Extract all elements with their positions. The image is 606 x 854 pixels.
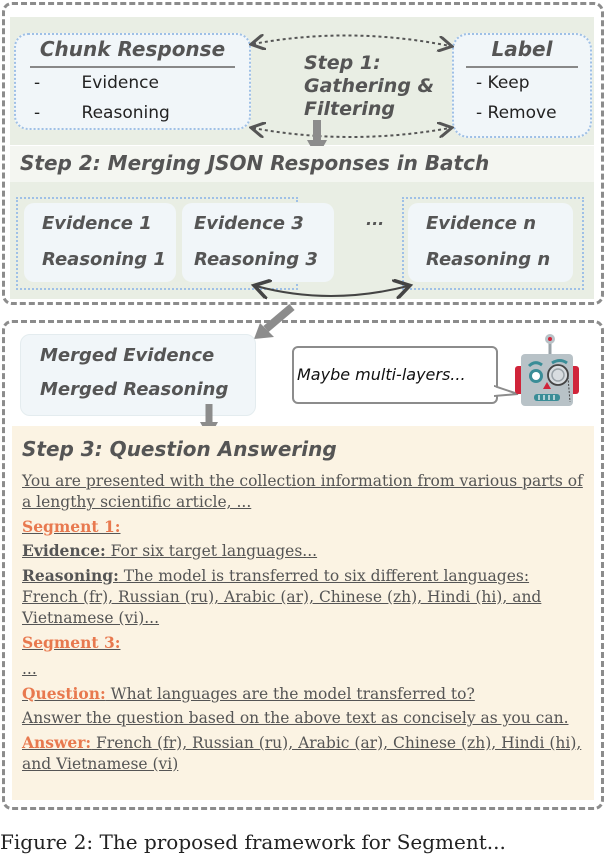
segment-ellipsis: ...	[22, 660, 37, 678]
step2-title: Step 2: Merging JSON Responses in Batch	[20, 151, 490, 175]
segment3-label: Segment 3:	[22, 633, 121, 652]
label-box: Label - Keep - Remove	[452, 33, 592, 138]
step1-connector-arrows	[240, 30, 470, 150]
question-line: Question: What languages are the model t…	[22, 684, 475, 703]
evidence-line: Evidence: For six target languages...	[22, 541, 318, 560]
chunk-response-title: Chunk Response	[39, 37, 226, 61]
speech-bubble: Maybe multi-layers...	[292, 346, 498, 404]
bottom-dotted-arrow	[253, 128, 450, 137]
chunk-response-box: Chunk Response - Evidence - Reasoning	[14, 33, 251, 130]
segment1-label: Segment 1:	[22, 517, 121, 536]
speech-text: Maybe multi-layers...	[297, 365, 466, 384]
reasoning-line: Reasoning: The model is transferred to s…	[22, 566, 542, 627]
chunk-item-reasoning: - Reasoning	[34, 103, 170, 123]
batch-ellipsis: ...	[366, 210, 385, 229]
step3-prompt: You are presented with the collection in…	[22, 471, 588, 775]
instruction-line: Answer the question based on the above t…	[22, 709, 569, 727]
diagonal-arrow-to-merged	[254, 303, 295, 339]
batch-card-n: Evidence n Reasoning n	[408, 203, 573, 282]
label-item-remove: - Remove	[476, 103, 557, 123]
step3-title: Step 3: Question Answering	[22, 437, 337, 461]
robot-icon	[515, 334, 579, 406]
label-title-divider	[466, 66, 578, 68]
label-title: Label	[491, 37, 553, 61]
merged-reasoning: Merged Reasoning	[40, 379, 229, 400]
merged-evidence: Merged Evidence	[40, 345, 215, 366]
prompt-intro: You are presented with the collection in…	[22, 472, 583, 511]
chunk-item-evidence: - Evidence	[34, 73, 159, 93]
label-item-keep: - Keep	[476, 73, 530, 93]
answer-line: Answer: French (fr), Russian (ru), Arabi…	[22, 733, 582, 773]
chunk-title-divider	[30, 66, 235, 68]
batch-card-3: Evidence 3 Reasoning 3	[182, 203, 334, 282]
top-dotted-arrow	[253, 35, 450, 46]
batch-card-1: Evidence 1 Reasoning 1	[24, 203, 176, 282]
figure-caption: Figure 2: The proposed framework for Seg…	[0, 830, 506, 854]
